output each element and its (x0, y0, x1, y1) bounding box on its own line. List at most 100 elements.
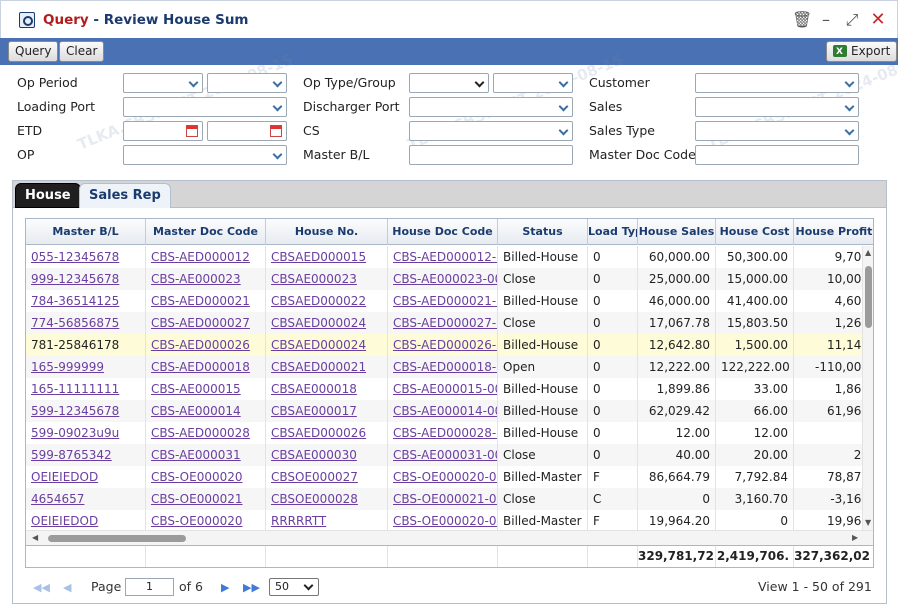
cell-house-doc-code[interactable]: CBS-AE000023-00 (388, 268, 498, 290)
cell-house-no[interactable]: CBSAED000015 (266, 246, 388, 268)
cell-master-doc-code[interactable]: CBS-AE000014 (146, 400, 266, 422)
cell-master-bl[interactable]: 4654657 (26, 488, 146, 510)
horizontal-scrollbar[interactable]: ◀ ▶ (26, 530, 873, 545)
column-header-load-type[interactable]: Load Typ (588, 219, 638, 245)
scroll-down-icon[interactable]: ▼ (865, 518, 871, 527)
cell-house-doc-code[interactable]: CBS-AED000028-0 (388, 422, 498, 444)
cell-house-doc-code[interactable]: CBS-AED000027-0 (388, 312, 498, 334)
cell-master-doc-code[interactable]: CBS-OE000020 (146, 466, 266, 488)
vertical-scrollbar[interactable]: ▲ ▼ (862, 246, 873, 530)
table-row[interactable]: 165-999999 CBS-AED000018 CBSAED000021 CBS-A… (26, 356, 864, 378)
table-row[interactable]: 4654657 CBS-OE000021 CBSOE000028 CBS-OE0000… (26, 488, 864, 510)
horizontal-scroll-thumb[interactable] (48, 535, 186, 542)
cell-house-no[interactable]: CBSAE000017 (266, 400, 388, 422)
column-header-master-doc-code[interactable]: Master Doc Code (146, 219, 266, 245)
sales-type-select[interactable] (695, 121, 859, 141)
cell-house-doc-code[interactable]: CBS-OE000020-00 (388, 466, 498, 488)
cell-house-no[interactable]: CBSOE000028 (266, 488, 388, 510)
cell-master-bl[interactable]: 599-12345678 (26, 400, 146, 422)
cell-master-doc-code[interactable]: CBS-AED000028 (146, 422, 266, 444)
table-row[interactable]: OEIEIEDOD CBS-OE000020 CBSOE000027 CBS-OE00… (26, 466, 864, 488)
close-icon[interactable]: ✕ (868, 10, 888, 30)
cell-house-doc-code[interactable]: CBS-AED000026-0 (388, 334, 498, 356)
page-number-input[interactable]: 1 (125, 578, 174, 596)
cell-house-no[interactable]: CBSAE000030 (266, 444, 388, 466)
table-row[interactable]: OEIEIEDOD CBS-OE000020 RRRRRTT CBS-OE000020… (26, 510, 864, 530)
op-type-select[interactable] (409, 73, 489, 93)
cell-house-doc-code[interactable]: CBS-AE000015-00 (388, 378, 498, 400)
next-page-icon[interactable]: ▶ (221, 581, 229, 594)
cell-master-bl[interactable]: 055-12345678 (26, 246, 146, 268)
master-doc-code-input[interactable] (695, 145, 859, 165)
column-header-house-no[interactable]: House No. (266, 219, 388, 245)
cell-master-bl[interactable]: 599-8765342 (26, 444, 146, 466)
cell-house-no[interactable]: CBSAE000018 (266, 378, 388, 400)
maximize-icon[interactable]: ⤢ (842, 10, 862, 30)
cell-master-bl[interactable]: 165-999999 (26, 356, 146, 378)
trash-icon[interactable]: 🗑 (792, 10, 812, 30)
cell-house-no[interactable]: CBSAED000022 (266, 290, 388, 312)
column-header-house-doc-code[interactable]: House Doc Code (388, 219, 498, 245)
cell-house-no[interactable]: RRRRRTT (266, 510, 388, 530)
discharger-port-select[interactable] (409, 97, 573, 117)
cs-select[interactable] (409, 121, 573, 141)
table-row[interactable]: 055-12345678 CBS-AED000012 CBSAED000015 CBS… (26, 246, 864, 268)
column-header-house-sales[interactable]: House Sales (638, 219, 716, 245)
tab-sales-rep[interactable]: Sales Rep (79, 183, 171, 208)
loading-port-select[interactable] (123, 97, 287, 117)
table-row[interactable]: 781-25846178 CBS-AED000026 CBSAED000024 CBS… (26, 334, 864, 356)
cell-house-doc-code[interactable]: CBS-OE000021-00 (388, 488, 498, 510)
cell-master-bl[interactable]: 781-25846178 (26, 334, 146, 356)
cell-house-doc-code[interactable]: CBS-AED000018-0 (388, 356, 498, 378)
scroll-left-icon[interactable]: ◀ (32, 533, 38, 542)
page-size-select[interactable]: 50 (269, 578, 319, 596)
tab-house[interactable]: House (15, 183, 81, 208)
table-row[interactable]: 774-56856875 CBS-AED000027 CBSAED000024 CBS… (26, 312, 864, 334)
column-header-status[interactable]: Status (498, 219, 588, 245)
cell-master-doc-code[interactable]: CBS-AED000021 (146, 290, 266, 312)
cell-master-bl[interactable]: 999-12345678 (26, 268, 146, 290)
column-header-master-bl[interactable]: Master B/L (26, 219, 146, 245)
cell-house-no[interactable]: CBSAED000024 (266, 312, 388, 334)
export-button[interactable]: Export (826, 41, 898, 62)
cell-house-no[interactable]: CBSAED000024 (266, 334, 388, 356)
query-button[interactable]: Query (8, 41, 59, 62)
cell-master-doc-code[interactable]: CBS-AED000018 (146, 356, 266, 378)
cell-house-no[interactable]: CBSAED000026 (266, 422, 388, 444)
cell-house-no[interactable]: CBSAED000021 (266, 356, 388, 378)
etd-to-input[interactable] (207, 121, 287, 141)
cell-house-doc-code[interactable]: CBS-AE000014-00 (388, 400, 498, 422)
cell-master-bl[interactable]: 784-36514125 (26, 290, 146, 312)
scroll-up-icon[interactable]: ▲ (865, 248, 871, 257)
customer-select[interactable] (695, 73, 859, 93)
op-select[interactable] (123, 145, 287, 165)
cell-master-doc-code[interactable]: CBS-OE000020 (146, 510, 266, 530)
minimize-icon[interactable]: – (816, 10, 836, 30)
cell-master-doc-code[interactable]: CBS-AED000012 (146, 246, 266, 268)
cell-house-doc-code[interactable]: CBS-AED000021-0 (388, 290, 498, 312)
prev-page-icon[interactable]: ◀ (63, 581, 71, 594)
column-header-house-cost[interactable]: House Cost (716, 219, 794, 245)
table-row[interactable]: 165-11111111 CBS-AE000015 CBSAE000018 CBS-A… (26, 378, 864, 400)
cell-house-no[interactable]: CBSAE000023 (266, 268, 388, 290)
cell-master-doc-code[interactable]: CBS-AE000015 (146, 378, 266, 400)
cell-house-doc-code[interactable]: CBS-AED000012-0 (388, 246, 498, 268)
cell-master-doc-code[interactable]: CBS-AED000026 (146, 334, 266, 356)
op-group-select[interactable] (493, 73, 573, 93)
cell-master-doc-code[interactable]: CBS-AE000023 (146, 268, 266, 290)
table-row[interactable]: 599-09023u9u CBS-AED000028 CBSAED000026 CBS… (26, 422, 864, 444)
scroll-right-icon[interactable]: ▶ (852, 533, 858, 542)
calendar-icon[interactable] (186, 125, 198, 137)
etd-from-input[interactable] (123, 121, 203, 141)
cell-master-bl[interactable]: 165-11111111 (26, 378, 146, 400)
cell-master-bl[interactable]: OEIEIEDOD (26, 466, 146, 488)
cell-master-bl[interactable]: 599-09023u9u (26, 422, 146, 444)
cell-house-no[interactable]: CBSOE000027 (266, 466, 388, 488)
cell-house-doc-code[interactable]: CBS-AE000031-00 (388, 444, 498, 466)
last-page-icon[interactable]: ▶▶ (243, 581, 260, 594)
cell-house-doc-code[interactable]: CBS-OE000020-00 (388, 510, 498, 530)
master-bl-input[interactable] (409, 145, 573, 165)
table-row[interactable]: 999-12345678 CBS-AE000023 CBSAE000023 CBS-A… (26, 268, 864, 290)
first-page-icon[interactable]: ◀◀ (33, 581, 50, 594)
cell-master-doc-code[interactable]: CBS-AE000031 (146, 444, 266, 466)
